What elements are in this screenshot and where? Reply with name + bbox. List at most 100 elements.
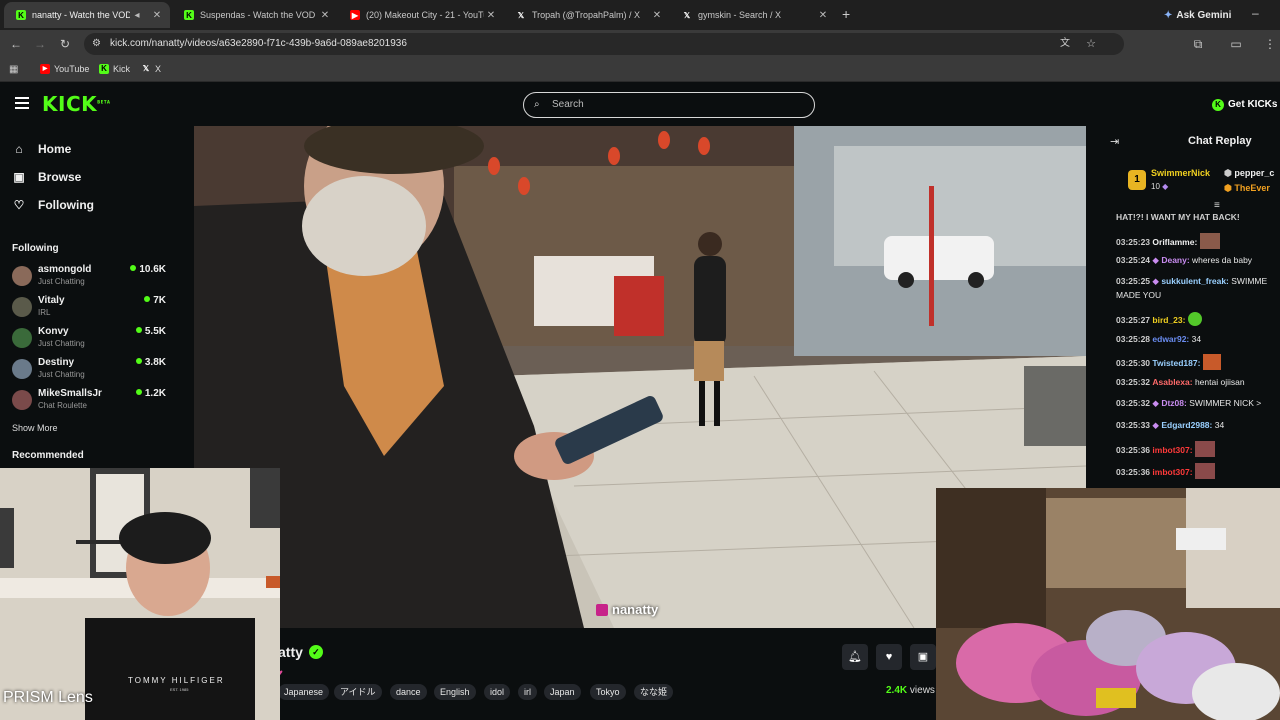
viewer-count: 5.5K	[135, 326, 166, 337]
pinned-gifter-name: SwimmerNick	[1151, 168, 1211, 178]
kick-logo[interactable]: KICKBETA	[42, 92, 110, 116]
extensions-icon[interactable]: ⧉	[1190, 36, 1206, 52]
message-time: 03:25:25	[1116, 276, 1151, 286]
bookmark-x[interactable]: 𝕏 X	[141, 64, 161, 74]
address-bar-row: ← → ↻ ⚙ kick.com/nanatty/videos/a63e2890…	[0, 30, 1280, 58]
tag-chip[interactable]: なな姫	[634, 684, 674, 700]
minimize-button[interactable]: –	[1252, 6, 1259, 20]
message-text: hentai ojiisan	[1194, 377, 1245, 387]
message-time: 03:25:36	[1116, 445, 1151, 455]
translate-icon[interactable]: 文	[1060, 33, 1070, 55]
close-icon[interactable]: ✕	[816, 10, 830, 21]
browser-tab-nanatty[interactable]: K nanatty - Watch the VOD on ◂ ✕	[4, 2, 170, 28]
tag-chip[interactable]: Tokyo	[590, 684, 626, 700]
viewer-count: 3.8K	[135, 357, 166, 368]
url-field[interactable]: ⚙ kick.com/nanatty/videos/a63e2890-f71c-…	[84, 33, 1124, 55]
search-input[interactable]: ⌕ Search	[523, 92, 815, 118]
apps-icon[interactable]: ▦	[9, 64, 18, 75]
message-user[interactable]: Asablexa:	[1152, 377, 1192, 387]
show-more-link[interactable]: Show More	[12, 423, 58, 433]
following-channel-mikesmallsjr[interactable]: MikeSmallsJr Chat Roulette 1.2K	[12, 386, 168, 414]
message-text: SWIMME	[1231, 276, 1268, 286]
avatar	[12, 359, 32, 379]
search-icon: ⌕	[534, 99, 540, 110]
ask-gemini-button[interactable]: ✦ Ask Gemini	[1158, 7, 1237, 23]
message-time: 03:25:28	[1116, 334, 1151, 344]
message-time: 03:25:32	[1116, 377, 1151, 387]
get-kicks-button[interactable]: K Get KICKs	[1208, 94, 1277, 116]
ask-gemini-label: Ask Gemini	[1176, 9, 1232, 21]
browser-tab-tropah[interactable]: 𝕏 Tropah (@TropahPalm) / X ✕	[504, 2, 670, 28]
gift-count: 10	[1151, 182, 1160, 191]
nav-following[interactable]: ♡ Following	[12, 198, 94, 212]
chat-message: 03:25:30 Twisted187:	[1116, 354, 1221, 370]
viewer-count-value: 10.6K	[139, 264, 166, 275]
hamburger-menu-icon[interactable]	[15, 97, 29, 109]
close-icon[interactable]: ✕	[484, 10, 498, 21]
following-channel-asmongold[interactable]: asmongold Just Chatting 10.6K	[12, 262, 168, 290]
badge-icon: ⬢	[1224, 183, 1232, 193]
message-user[interactable]: imbot307:	[1152, 467, 1192, 477]
tag-chip[interactable]: Japanese	[278, 684, 330, 700]
bookmark-kick[interactable]: K Kick	[99, 64, 130, 74]
following-channel-destiny[interactable]: Destiny Just Chatting 3.8K	[12, 355, 168, 383]
gifter-name-text: pepper_c	[1234, 168, 1275, 178]
notification-bell-button[interactable]: 🔔︎	[842, 644, 868, 670]
sidepanel-icon[interactable]: ▭	[1228, 36, 1244, 52]
verified-icon: ✓	[308, 645, 323, 659]
nav-browse[interactable]: ▣ Browse	[12, 170, 81, 184]
nav-home[interactable]: ⌂ Home	[12, 142, 71, 156]
message-user[interactable]: sukkulent_freak:	[1161, 276, 1229, 286]
channel-name: MikeSmallsJr	[38, 388, 102, 399]
menu-icon[interactable]: ⋮	[1262, 36, 1278, 52]
tag-chip[interactable]: idol	[484, 684, 511, 700]
bookmark-youtube[interactable]: ▶ YouTube	[40, 64, 89, 74]
tag-chip[interactable]: English	[434, 684, 476, 700]
close-icon[interactable]: ✕	[318, 10, 332, 21]
back-arrow-icon[interactable]: ←	[8, 36, 24, 52]
url-text: kick.com/nanatty/videos/a63e2890-f71c-43…	[110, 38, 407, 49]
site-info-icon[interactable]: ⚙	[92, 33, 101, 55]
message-user[interactable]: Deany:	[1161, 255, 1189, 265]
logo-beta: BETA	[97, 99, 111, 105]
browser-tab-youtube[interactable]: ▶ (20) Makeout City - 21 - YouTub ✕	[338, 2, 504, 28]
message-user[interactable]: edwar92:	[1152, 334, 1189, 344]
collapse-chat-icon[interactable]: ⇥	[1110, 135, 1119, 148]
tab-title: Tropah (@TropahPalm) / X	[532, 10, 641, 20]
tag-chip[interactable]: Japan	[544, 684, 581, 700]
x-icon: 𝕏	[683, 10, 691, 20]
message-user[interactable]: imbot307:	[1152, 445, 1192, 455]
close-icon[interactable]: ✕	[650, 10, 664, 21]
forward-arrow-icon[interactable]: →	[32, 36, 48, 52]
prism-lens-watermark: PRISM Lens	[3, 689, 93, 706]
tag-chip[interactable]: アイドル	[334, 684, 382, 700]
following-channel-konvy[interactable]: Konvy Just Chatting 5.5K	[12, 324, 168, 352]
channel-title[interactable]: atty ✓	[278, 644, 323, 660]
youtube-icon: ▶	[40, 64, 50, 74]
message-user[interactable]: Edgard2988:	[1161, 420, 1212, 430]
tag-chip[interactable]: dance	[390, 684, 427, 700]
message-user[interactable]: Twisted187:	[1152, 358, 1200, 368]
avatar	[12, 297, 32, 317]
follow-heart-button[interactable]: ♥	[876, 644, 902, 670]
following-channel-vitaly[interactable]: Vitaly IRL 7K	[12, 293, 168, 321]
new-tab-button[interactable]: +	[842, 6, 850, 22]
browser-tab-gymskin[interactable]: 𝕏 gymskin - Search / X ✕	[670, 2, 836, 28]
browser-tab-suspendas[interactable]: K Suspendas - Watch the VOD on ✕	[172, 2, 338, 28]
gift-sub-button[interactable]: ▣	[910, 644, 936, 670]
message-user[interactable]: Oriflamme:	[1152, 237, 1197, 247]
filter-icon[interactable]: ≡	[1214, 200, 1220, 211]
reload-icon[interactable]: ↻	[57, 36, 73, 52]
message-user[interactable]: bird_23:	[1152, 315, 1185, 325]
speaker-icon: ◂	[134, 9, 140, 21]
bookmark-star-icon[interactable]: ☆	[1086, 33, 1096, 55]
viewer-count: 7K	[144, 295, 166, 306]
tag-chip[interactable]: irl	[518, 684, 537, 700]
chat-message: 03:25:28 edwar92: 34	[1116, 334, 1201, 344]
close-icon[interactable]: ✕	[150, 10, 164, 21]
tab-title: nanatty - Watch the VOD on	[32, 10, 130, 20]
message-user[interactable]: Dtz08:	[1161, 398, 1187, 408]
message-time: 03:25:33	[1116, 420, 1151, 430]
browse-icon: ▣	[13, 170, 25, 184]
webcam-right-image	[936, 488, 1280, 720]
